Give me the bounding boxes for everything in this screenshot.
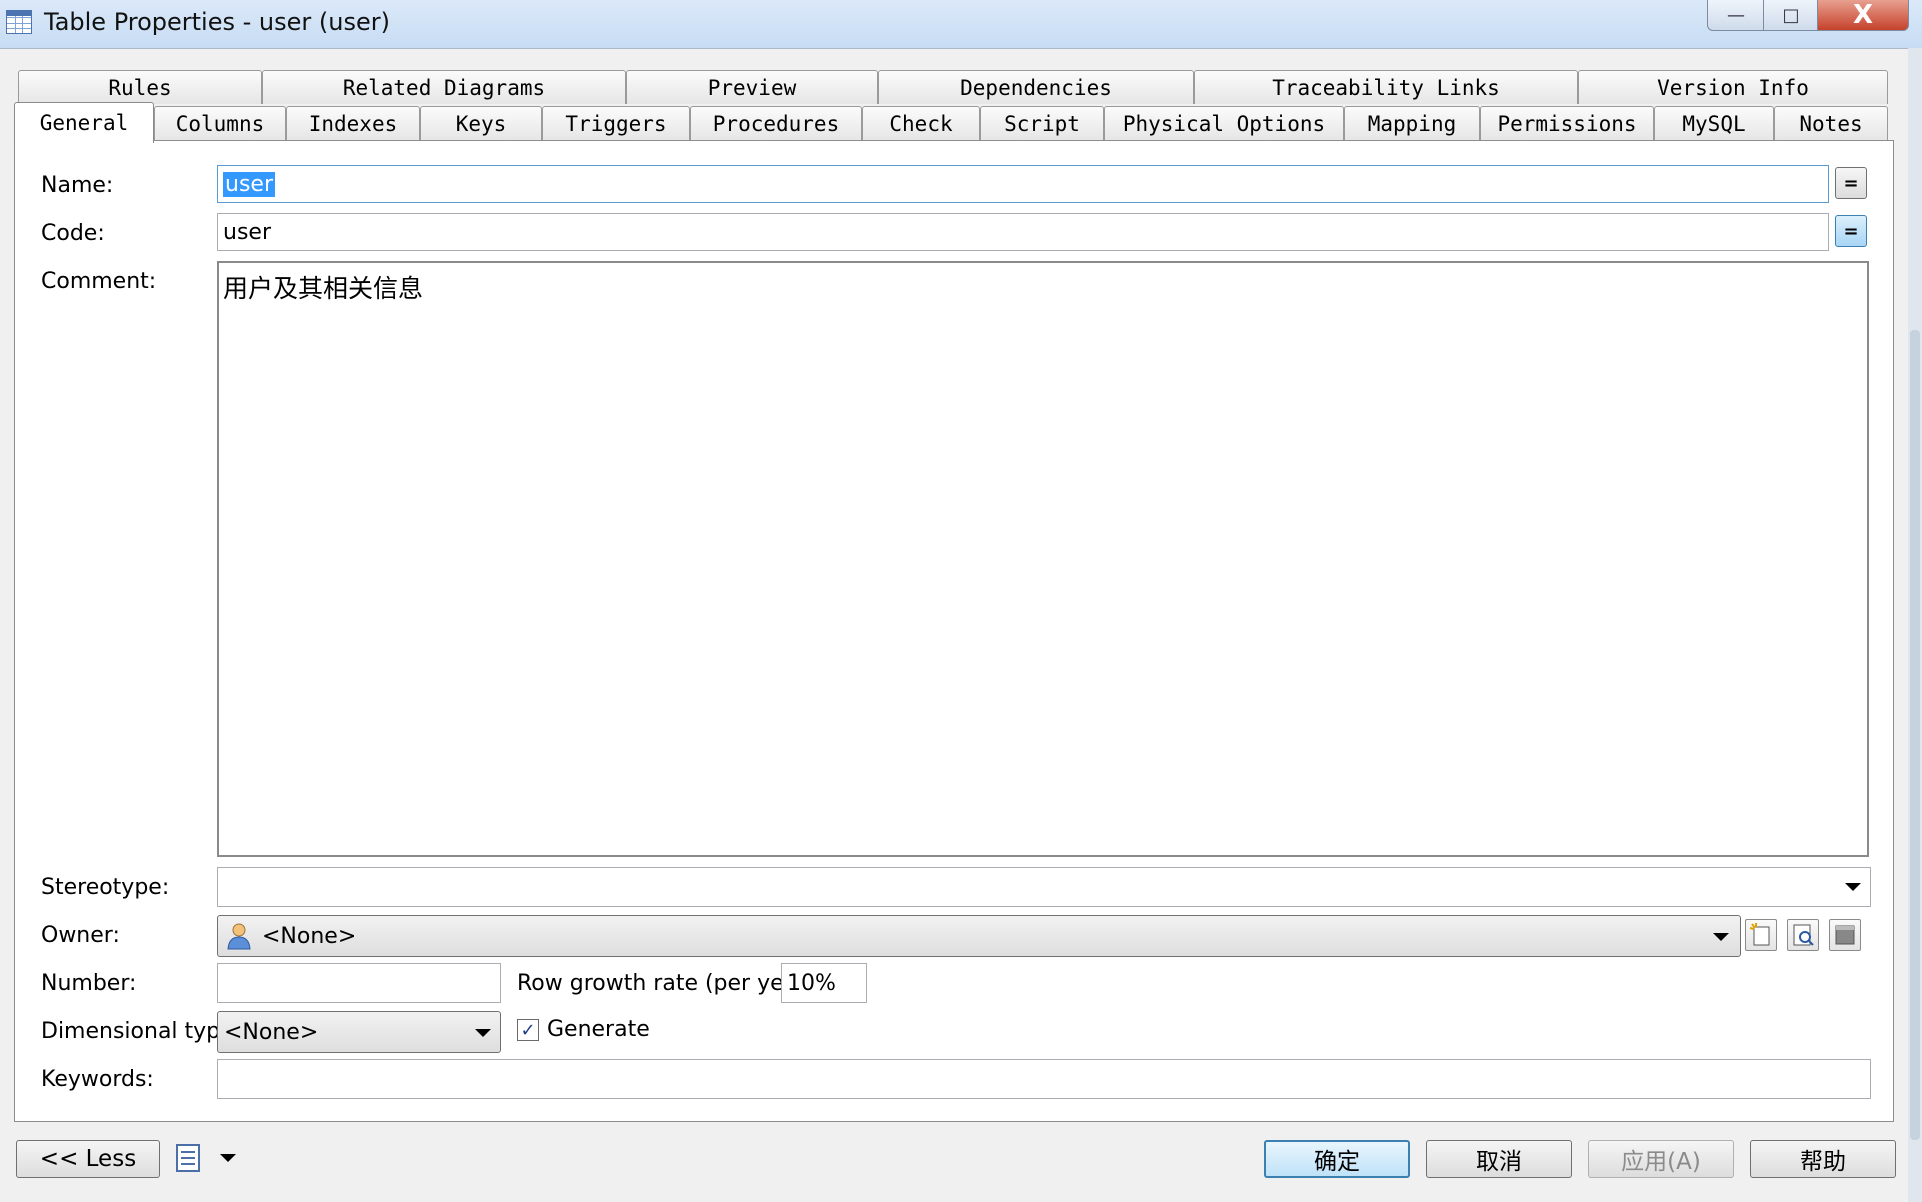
maximize-icon: □ bbox=[1782, 4, 1800, 26]
tab-indexes[interactable]: Indexes bbox=[286, 106, 420, 140]
stereotype-dropdown-icon[interactable] bbox=[1845, 883, 1861, 891]
browse-owner-button[interactable] bbox=[1787, 919, 1819, 951]
tab-version-info[interactable]: Version Info bbox=[1578, 70, 1888, 104]
tab-physical-options[interactable]: Physical Options bbox=[1104, 106, 1344, 140]
equals-icon: = bbox=[1843, 172, 1859, 194]
help-button[interactable]: 帮助 bbox=[1750, 1140, 1896, 1178]
owner-value: <None> bbox=[262, 923, 357, 949]
tab-rules[interactable]: Rules bbox=[18, 70, 262, 104]
minimize-icon: — bbox=[1727, 4, 1745, 26]
number-input[interactable] bbox=[217, 963, 501, 1003]
menu-dropdown-icon[interactable] bbox=[220, 1154, 236, 1162]
row-growth-label: Row growth rate (per year): bbox=[517, 971, 823, 996]
keywords-label: Keywords: bbox=[41, 1067, 154, 1092]
number-label: Number: bbox=[41, 971, 137, 996]
name-label: Name: bbox=[41, 173, 114, 198]
tab-check[interactable]: Check bbox=[862, 106, 980, 140]
code-label: Code: bbox=[41, 221, 105, 246]
tab-triggers[interactable]: Triggers bbox=[542, 106, 690, 140]
keywords-input[interactable] bbox=[217, 1059, 1871, 1099]
owner-dropdown-icon[interactable] bbox=[1713, 933, 1729, 941]
ok-button[interactable]: 确定 bbox=[1264, 1140, 1410, 1178]
user-icon bbox=[227, 923, 251, 950]
equals-icon: = bbox=[1843, 220, 1859, 242]
apply-button: 应用(A) bbox=[1588, 1140, 1734, 1178]
scrollbar-thumb[interactable] bbox=[1910, 330, 1920, 1140]
owner-label: Owner: bbox=[41, 923, 120, 948]
code-sync-button[interactable]: = bbox=[1835, 215, 1867, 247]
dimensional-type-value: <None> bbox=[224, 1019, 319, 1045]
comment-textarea[interactable]: 用户及其相关信息 bbox=[217, 261, 1869, 857]
tab-procedures[interactable]: Procedures bbox=[690, 106, 862, 140]
code-value: user bbox=[223, 219, 271, 245]
stereotype-combobox[interactable] bbox=[217, 867, 1871, 907]
tab-script[interactable]: Script bbox=[980, 106, 1104, 140]
dimensional-type-dropdown-icon[interactable] bbox=[475, 1029, 491, 1037]
stereotype-label: Stereotype: bbox=[41, 875, 170, 900]
owner-combobox[interactable]: <None> bbox=[217, 915, 1741, 957]
name-value: user bbox=[223, 171, 275, 197]
code-input[interactable]: user bbox=[217, 213, 1829, 251]
owner-properties-button[interactable] bbox=[1829, 919, 1861, 951]
window-title: Table Properties - user (user) bbox=[44, 8, 390, 36]
tab-traceability-links[interactable]: Traceability Links bbox=[1194, 70, 1578, 104]
comment-value: 用户及其相关信息 bbox=[223, 274, 424, 303]
maximize-button[interactable]: □ bbox=[1763, 0, 1819, 31]
tab-permissions[interactable]: Permissions bbox=[1480, 106, 1654, 140]
list-icon[interactable] bbox=[174, 1142, 204, 1174]
less-button[interactable]: << Less bbox=[16, 1140, 160, 1178]
row-growth-value: 10% bbox=[787, 970, 836, 996]
name-code-sync-button[interactable]: = bbox=[1835, 167, 1867, 199]
tab-general[interactable]: General bbox=[14, 102, 154, 143]
properties-icon bbox=[1793, 924, 1814, 946]
row-growth-input[interactable]: 10% bbox=[781, 963, 867, 1003]
grid-icon bbox=[1835, 925, 1855, 945]
tab-mysql[interactable]: MySQL bbox=[1654, 106, 1774, 140]
dimensional-type-label: Dimensional type: bbox=[41, 1019, 242, 1044]
generate-label: Generate bbox=[547, 1017, 650, 1042]
close-icon: X bbox=[1852, 0, 1874, 30]
tab-columns[interactable]: Columns bbox=[154, 106, 286, 140]
new-owner-button[interactable] bbox=[1745, 919, 1777, 951]
tab-keys[interactable]: Keys bbox=[420, 106, 542, 140]
title-bar: Table Properties - user (user) — □ X bbox=[0, 0, 1922, 49]
table-icon bbox=[6, 10, 32, 34]
tab-related-diagrams[interactable]: Related Diagrams bbox=[262, 70, 626, 104]
generate-checkbox[interactable]: ✓ bbox=[517, 1019, 539, 1041]
close-button[interactable]: X bbox=[1817, 0, 1909, 31]
tab-notes[interactable]: Notes bbox=[1774, 106, 1888, 140]
dimensional-type-combobox[interactable]: <None> bbox=[217, 1011, 501, 1053]
tab-preview[interactable]: Preview bbox=[626, 70, 878, 104]
new-document-icon bbox=[1749, 923, 1770, 946]
cancel-button[interactable]: 取消 bbox=[1426, 1140, 1572, 1178]
comment-label: Comment: bbox=[41, 269, 157, 294]
general-panel: Name: user = Code: user = Comment: 用户及其相… bbox=[14, 140, 1894, 1122]
tab-dependencies[interactable]: Dependencies bbox=[878, 70, 1194, 104]
tab-mapping[interactable]: Mapping bbox=[1344, 106, 1480, 140]
minimize-button[interactable]: — bbox=[1707, 0, 1765, 31]
name-input[interactable]: user bbox=[217, 165, 1829, 203]
checkmark-icon: ✓ bbox=[520, 1019, 536, 1041]
